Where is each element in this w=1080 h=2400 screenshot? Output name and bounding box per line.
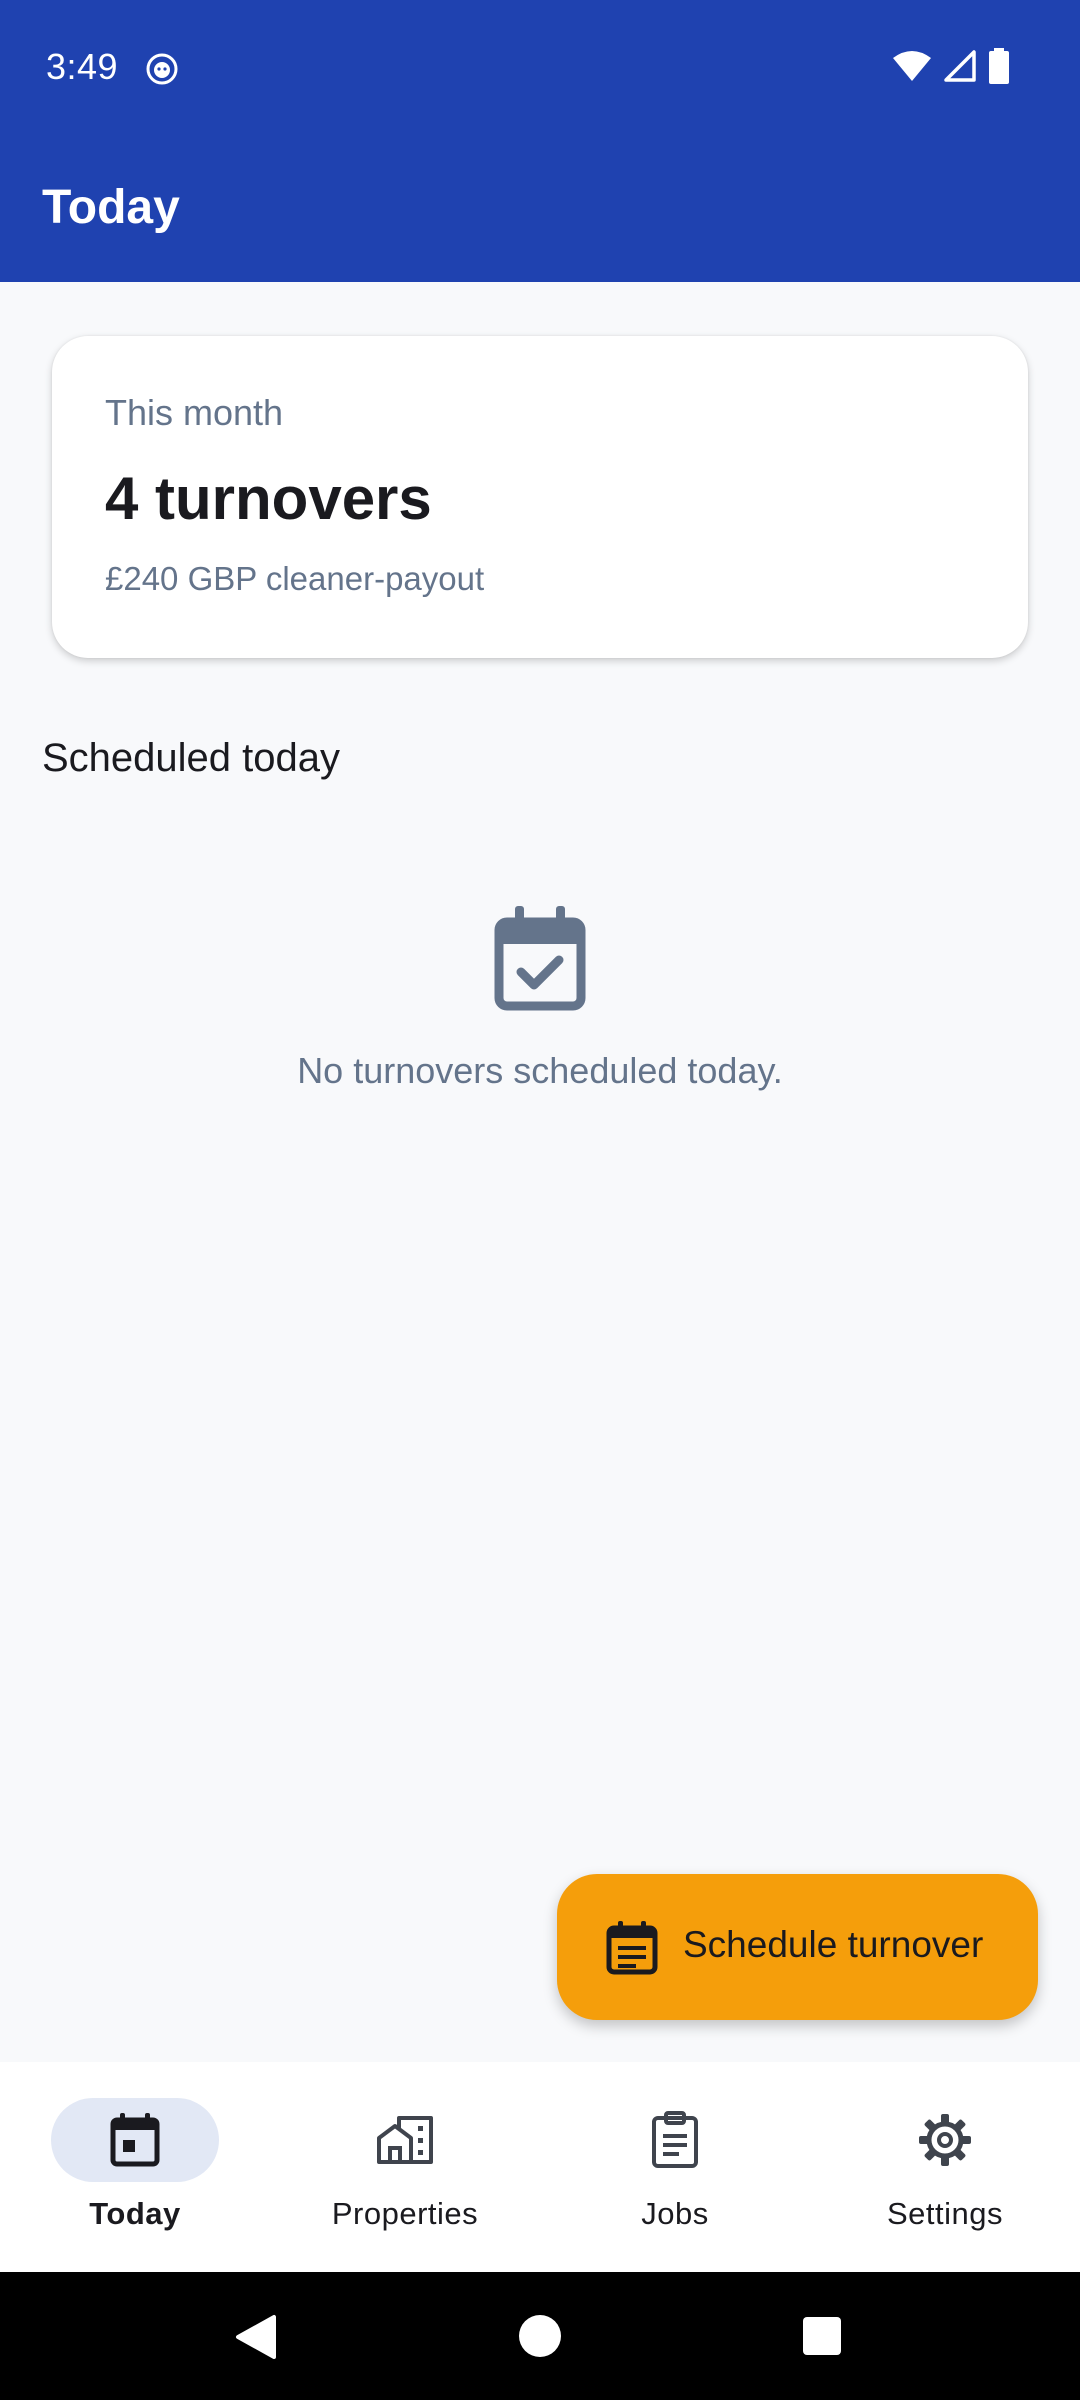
back-icon[interactable]	[234, 2313, 278, 2361]
nav-label-settings: Settings	[886, 2196, 1003, 2231]
calendar-list-icon	[606, 1921, 658, 1975]
empty-state-message: No turnovers scheduled today.	[297, 1050, 783, 1091]
calendar-icon	[110, 2113, 160, 2167]
nav-item-today[interactable]: Today	[0, 2062, 270, 2272]
schedule-turnover-label: Schedule turnover	[683, 1924, 984, 1965]
nav-label-jobs: Jobs	[641, 2196, 709, 2231]
page-title: Today	[42, 181, 180, 234]
payout-total: £240 GBP cleaner-payout	[105, 560, 485, 597]
signal-icon	[944, 50, 976, 82]
nav-item-properties[interactable]: Properties	[270, 2062, 540, 2272]
home-icon[interactable]	[518, 2314, 562, 2358]
nav-label-properties: Properties	[331, 2196, 479, 2231]
top-bar: 3:49 Today	[0, 0, 1080, 282]
recents-icon[interactable]	[802, 2316, 842, 2356]
month-summary-card: This month 4 turnovers £240 GBP cleaner-…	[52, 336, 1028, 658]
nav-item-settings[interactable]: Settings	[810, 2062, 1080, 2272]
calendar-check-icon	[494, 906, 586, 1011]
scheduled-section-title: Scheduled today	[42, 736, 341, 780]
gear-icon	[919, 2114, 971, 2166]
status-time: 3:49	[46, 46, 119, 87]
status-bar: 3:49	[0, 0, 1080, 140]
app-screen: 3:49 Today This month 4 turnovers £240 G…	[0, 0, 1080, 2400]
status-indicators	[892, 48, 1010, 84]
wifi-icon	[893, 51, 931, 81]
battery-icon	[989, 48, 1009, 84]
clipboard-icon	[652, 2111, 698, 2168]
cat-face-icon	[146, 53, 178, 85]
nav-item-jobs[interactable]: Jobs	[540, 2062, 810, 2272]
bottom-navigation: Today Properties Jobs Settings	[0, 2062, 1080, 2272]
summary-label: This month	[105, 392, 284, 433]
properties-icon	[377, 2116, 433, 2164]
turnover-count: 4 turnovers	[105, 465, 432, 532]
nav-label-today: Today	[89, 2196, 181, 2231]
schedule-turnover-button[interactable]: Schedule turnover	[557, 1874, 1038, 2020]
